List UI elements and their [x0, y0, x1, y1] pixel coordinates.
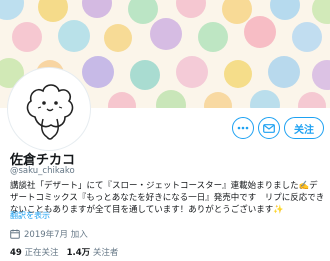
character-illustration [26, 84, 74, 140]
following-stat[interactable]: 49 正在关注 [10, 246, 59, 258]
more-horizontal-icon [237, 126, 249, 130]
more-options-button[interactable] [232, 117, 254, 139]
joined-date: 2019年7月 加入 [10, 228, 88, 240]
joined-text: 2019年7月 加入 [24, 230, 88, 240]
message-button[interactable] [258, 117, 280, 139]
followers-stat[interactable]: 1.4万 关注者 [67, 246, 119, 258]
follow-button[interactable]: 关注 [284, 117, 324, 139]
profile-bio: 講談社「デザート」にて『スロー・ジェットコースター』連載始まりました✍️デザート… [10, 180, 326, 216]
sparkle-emoji: ✨ [273, 205, 284, 215]
followers-count: 1.4万 [66, 248, 91, 258]
follow-stats: 49 正在关注 1.4万 关注者 [10, 246, 118, 258]
calendar-icon [10, 229, 20, 239]
followers-label: 关注者 [92, 248, 119, 258]
translate-bio-link[interactable]: 翻訳を表示 [10, 210, 50, 221]
profile-handle: @saku_chikako [10, 166, 75, 176]
following-label: 正在关注 [24, 248, 59, 258]
envelope-icon [263, 123, 275, 133]
profile-avatar[interactable] [8, 68, 90, 150]
following-count: 49 [10, 248, 22, 258]
